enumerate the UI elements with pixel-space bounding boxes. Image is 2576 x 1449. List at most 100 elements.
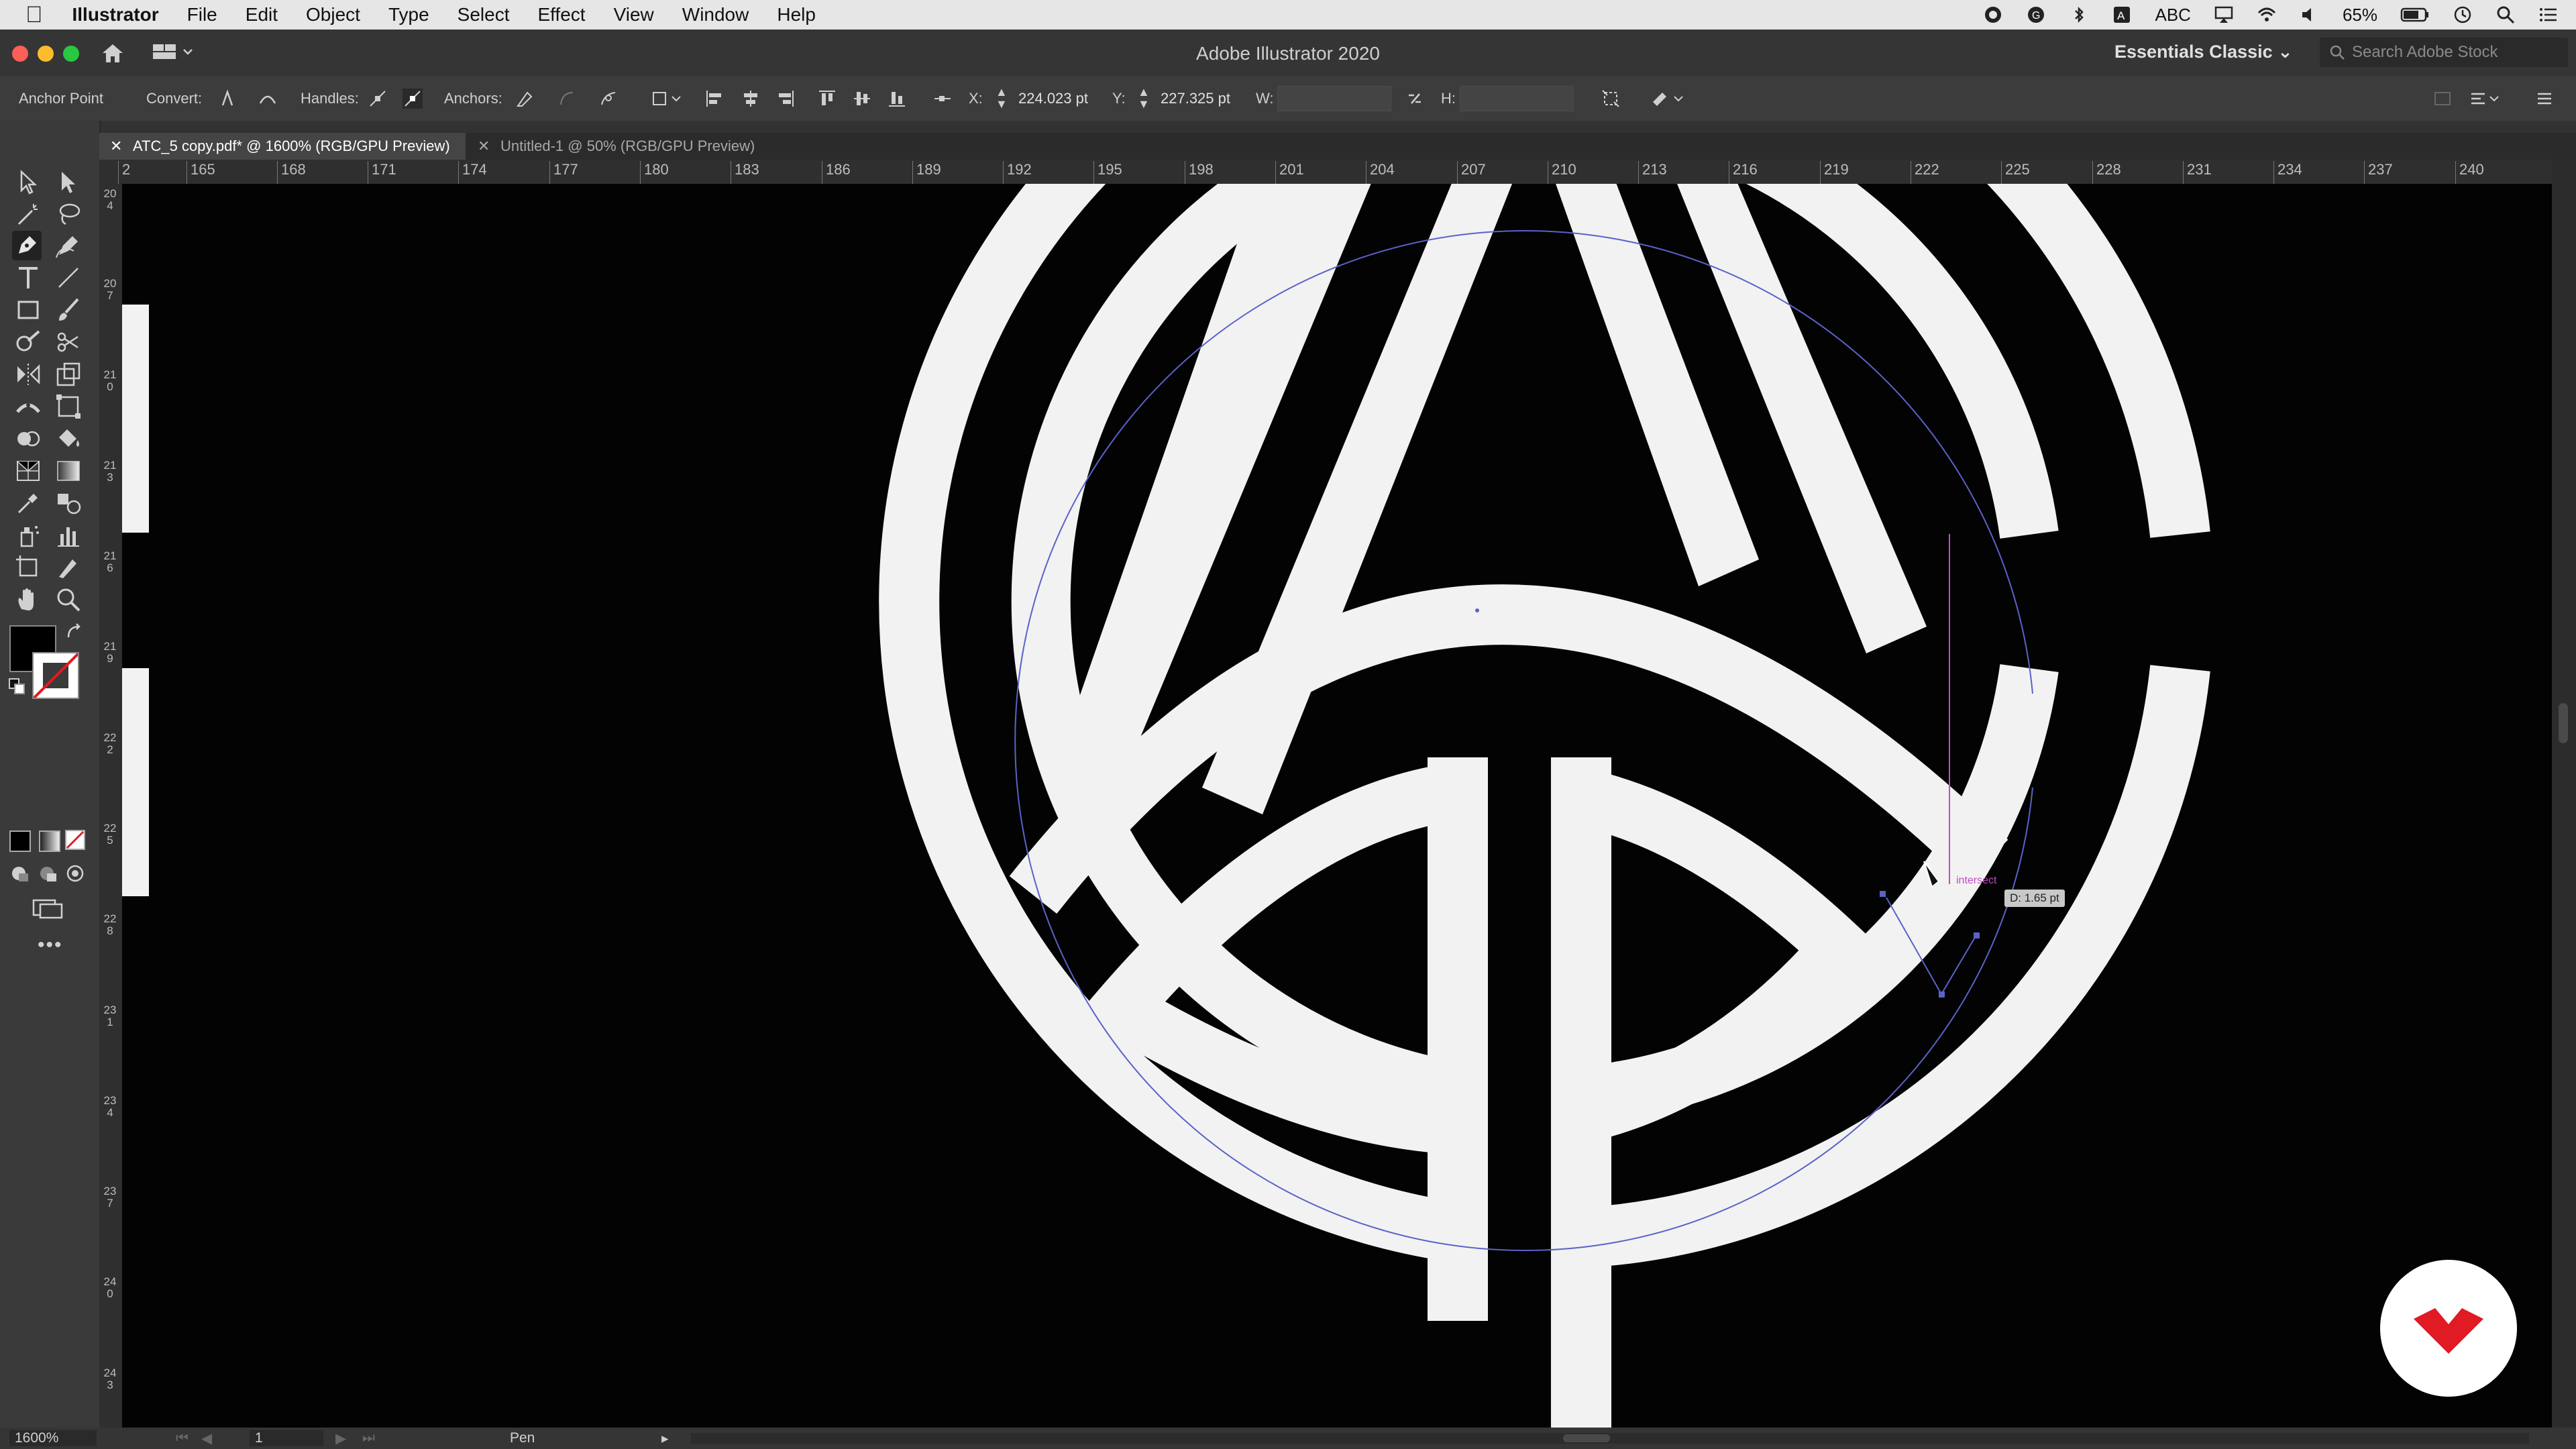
isolate-object-icon[interactable] [651, 89, 684, 109]
artboard-nav-last-icon[interactable]: ⏭ [362, 1430, 375, 1446]
clock-icon[interactable] [2453, 5, 2473, 25]
volume-icon[interactable] [2300, 5, 2320, 25]
hand-tool-icon[interactable] [13, 585, 43, 614]
selection-tool-icon[interactable] [13, 168, 43, 197]
artboard-number-field[interactable]: 1 [250, 1430, 323, 1446]
anchor-point[interactable] [1939, 991, 1945, 998]
draw-inside-icon[interactable] [64, 863, 87, 884]
menu-edit[interactable]: Edit [246, 4, 278, 25]
vertical-scrollbar[interactable] [2552, 160, 2576, 1428]
gradient-mode-button[interactable] [39, 830, 60, 852]
anchor-point[interactable] [1974, 932, 1980, 938]
airplay-icon[interactable] [2214, 5, 2234, 25]
reference-point-icon[interactable] [932, 89, 953, 109]
draw-behind-icon[interactable] [38, 863, 60, 884]
menu-file[interactable]: File [187, 4, 217, 25]
live-paint-bucket-icon[interactable] [54, 424, 83, 453]
pen-tool-icon[interactable] [12, 231, 42, 260]
vertical-scroll-thumb[interactable] [2559, 703, 2568, 743]
scissors-tool-icon[interactable] [54, 327, 83, 357]
reflect-tool-icon[interactable] [13, 360, 43, 389]
shaper-tool-icon[interactable] [13, 327, 43, 357]
blend-tool-icon[interactable] [54, 488, 83, 518]
none-mode-button[interactable] [64, 829, 86, 851]
shape-builder-tool-icon[interactable] [13, 424, 43, 453]
horizontal-scrollbar[interactable] [691, 1433, 2529, 1444]
slice-tool-icon[interactable] [54, 553, 83, 582]
paintbrush-tool-icon[interactable] [54, 295, 83, 325]
lasso-tool-icon[interactable] [54, 200, 83, 229]
menu-window[interactable]: Window [682, 4, 749, 25]
x-coordinate-field[interactable]: 224.023 pt [1012, 86, 1104, 111]
curvature-tool-icon[interactable] [54, 231, 83, 260]
connect-anchors-icon[interactable] [557, 89, 577, 109]
tab-atc5-document[interactable]: ✕ ATC_5 copy.pdf* @ 1600% (RGB/GPU Previ… [99, 133, 466, 160]
workspace-switcher[interactable]: Essentials Classic ⌄ [2114, 42, 2293, 62]
creative-cloud-icon[interactable] [1983, 5, 2003, 25]
battery-icon[interactable] [2400, 5, 2430, 25]
status-menu-arrow-icon[interactable]: ▸ [661, 1430, 669, 1447]
edit-toolbar-icon[interactable] [1650, 89, 1690, 109]
align-right-icon[interactable] [775, 89, 796, 109]
edit-toolbar-more-icon[interactable]: ••• [38, 934, 63, 957]
horizontal-ruler[interactable]: 2 165 168 171 174 177 180 183 186 189 19… [99, 160, 2576, 184]
artboard-nav-first-icon[interactable]: ⏮ [176, 1430, 189, 1446]
vertical-ruler[interactable]: 204 207 210 213 216 219 222 225 228 231 … [99, 184, 123, 1428]
zoom-level-field[interactable]: 1600% [9, 1430, 97, 1446]
remove-anchor-icon[interactable] [514, 89, 534, 109]
spotlight-search-icon[interactable] [2496, 5, 2516, 25]
bluetooth-icon[interactable] [2069, 5, 2089, 25]
menu-select[interactable]: Select [458, 4, 510, 25]
align-top-icon[interactable] [817, 89, 837, 109]
artboard-nav-next-icon[interactable]: ▶ [335, 1430, 346, 1447]
convert-to-smooth-icon[interactable] [258, 89, 278, 109]
scale-tool-icon[interactable] [54, 360, 83, 389]
menu-object[interactable]: Object [306, 4, 360, 25]
width-tool-icon[interactable] [13, 392, 43, 421]
perspective-grid-tool-icon[interactable] [13, 456, 43, 486]
color-mode-button[interactable] [9, 830, 31, 852]
tab-untitled-document[interactable]: ✕ Untitled-1 @ 50% (RGB/GPU Preview) [467, 133, 883, 160]
align-bottom-icon[interactable] [887, 89, 907, 109]
default-fill-stroke-icon[interactable] [8, 678, 25, 695]
symbol-sprayer-tool-icon[interactable] [13, 521, 43, 550]
horizontal-scroll-thumb[interactable] [1563, 1434, 1610, 1442]
cut-path-icon[interactable] [598, 89, 619, 109]
zoom-tool-icon[interactable] [54, 585, 83, 614]
close-tab-icon[interactable]: ✕ [110, 133, 122, 160]
draw-normal-icon[interactable] [9, 863, 32, 884]
menu-view[interactable]: View [614, 4, 654, 25]
stroke-swatch[interactable] [32, 652, 79, 699]
convert-to-corner-icon[interactable] [217, 89, 237, 109]
artboard-canvas[interactable]: intersect D: 1.65 pt [122, 184, 2552, 1428]
type-tool-icon[interactable] [13, 263, 43, 292]
gradient-tool-icon[interactable] [54, 456, 83, 486]
x-stepper-icon[interactable]: ▲ ▼ [996, 86, 1008, 110]
menu-type[interactable]: Type [388, 4, 429, 25]
line-segment-tool-icon[interactable] [54, 263, 83, 292]
rectangle-tool-icon[interactable] [13, 295, 43, 325]
free-transform-tool-icon[interactable] [54, 392, 83, 421]
constrain-proportions-icon[interactable] [1405, 89, 1425, 109]
grammarly-icon[interactable]: G [2026, 5, 2046, 25]
arrange-panels-icon[interactable] [2469, 89, 2501, 109]
artboard-nav-prev-icon[interactable]: ◀ [201, 1430, 212, 1447]
apple-icon[interactable]:  [25, 2, 43, 28]
current-tool-status[interactable]: Pen [510, 1430, 535, 1446]
wifi-icon[interactable] [2257, 5, 2277, 25]
column-graph-tool-icon[interactable] [54, 521, 83, 550]
show-handles-icon[interactable] [368, 89, 388, 109]
artboard-tool-icon[interactable] [13, 553, 43, 582]
eyedropper-tool-icon[interactable] [13, 488, 43, 518]
battery-percent[interactable]: 65% [2343, 5, 2377, 25]
input-source-icon[interactable]: A [2112, 5, 2132, 25]
transform-icon[interactable] [1601, 89, 1621, 109]
screen-mode-icon[interactable] [31, 896, 66, 920]
control-panel-menu-icon[interactable] [2534, 89, 2555, 109]
adobe-stock-search[interactable]: Search Adobe Stock [2320, 38, 2568, 67]
align-vertical-center-icon[interactable] [852, 89, 872, 109]
hide-handles-icon[interactable] [402, 89, 423, 109]
height-field[interactable] [1460, 86, 1574, 111]
notification-center-icon[interactable] [2538, 5, 2559, 25]
magic-wand-tool-icon[interactable] [13, 200, 43, 229]
